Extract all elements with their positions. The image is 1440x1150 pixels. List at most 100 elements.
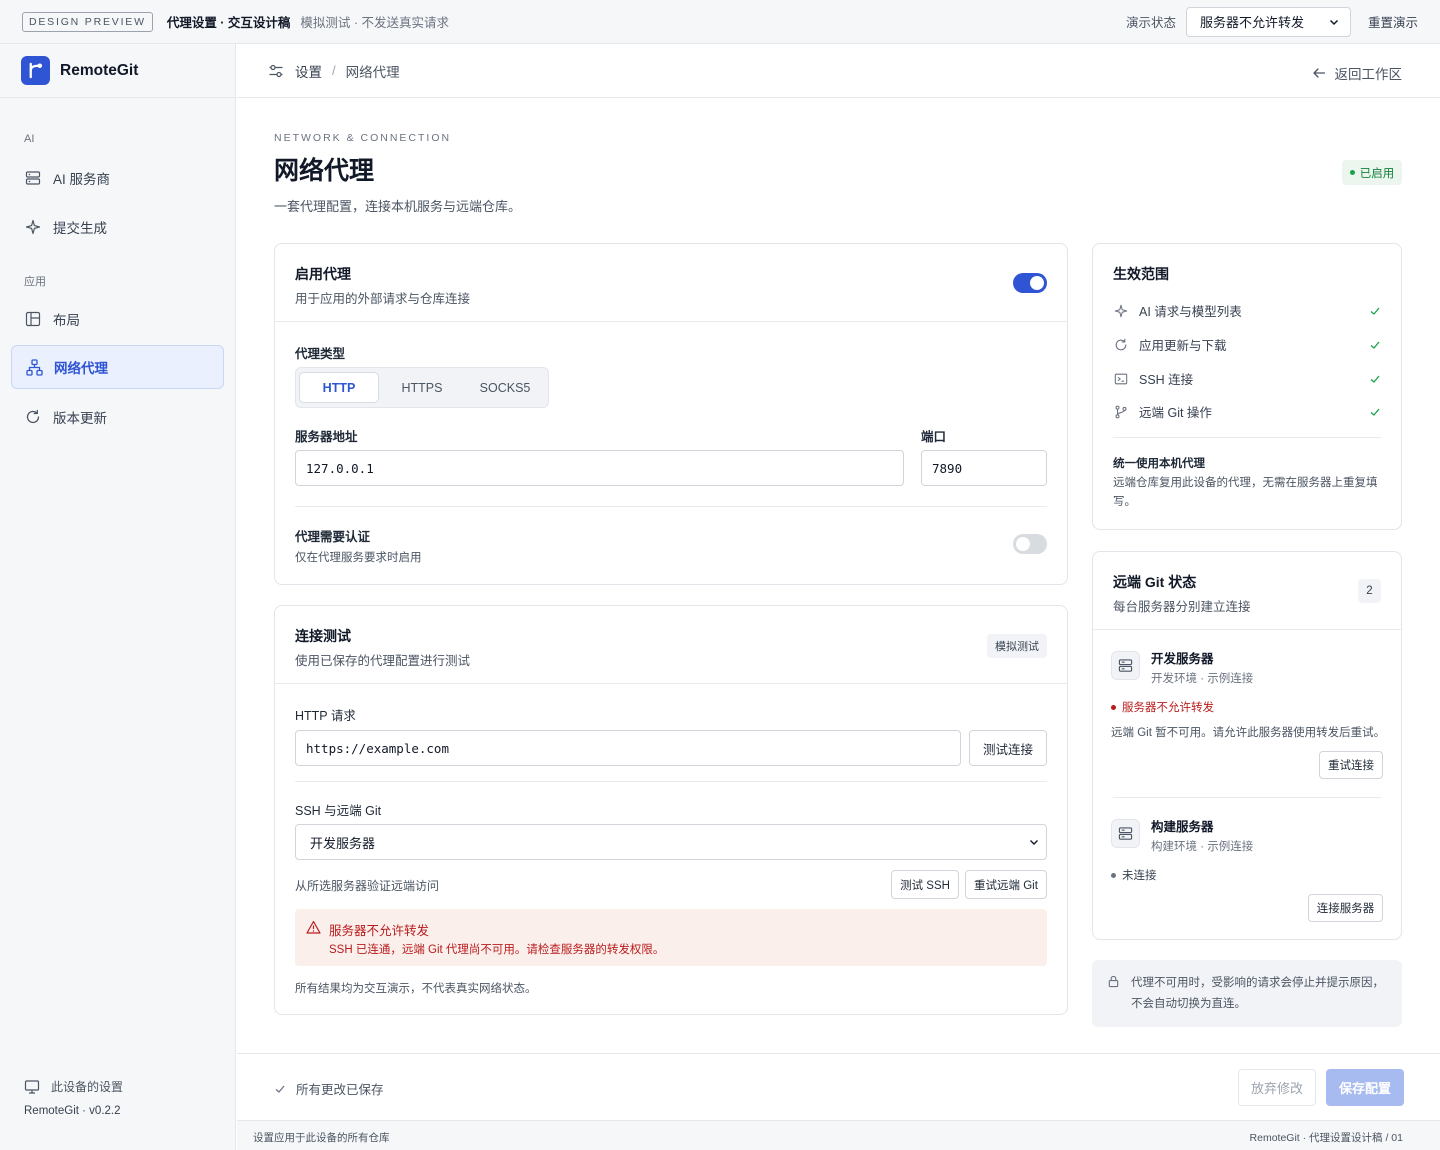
retry-git-button[interactable]: 重试远端 Git xyxy=(965,870,1047,899)
divider xyxy=(275,321,1067,322)
remote-git-title: 远端 Git 状态 xyxy=(1113,574,1197,590)
discard-changes-button[interactable]: 放弃修改 xyxy=(1238,1069,1316,1106)
check-icon xyxy=(1369,406,1381,418)
connect-server-button[interactable]: 连接服务器 xyxy=(1308,894,1383,922)
http-url-input[interactable]: https://example.com xyxy=(295,730,961,766)
server-select[interactable]: 开发服务器 xyxy=(295,824,1047,860)
server-icon xyxy=(1111,651,1140,680)
sidebar-item-label: 网络代理 xyxy=(54,361,108,376)
port-input[interactable]: 7890 xyxy=(921,450,1047,486)
test-footnote: 所有结果均为交互演示，不代表真实网络状态。 xyxy=(295,983,537,995)
sidebar-item-ai-provider[interactable]: AI 服务商 xyxy=(11,156,224,200)
check-icon xyxy=(274,1083,286,1095)
sidebar-item-label: 布局 xyxy=(53,313,80,328)
proxy-type-socks5[interactable]: SOCKS5 xyxy=(464,372,546,403)
server-select-value: 开发服务器 xyxy=(310,835,376,851)
enable-proxy-subtitle: 用于应用的外部请求与仓库连接 xyxy=(295,292,471,306)
status-badge: 已启用 xyxy=(1342,160,1402,185)
lock-icon xyxy=(1107,975,1120,988)
proxy-type-http[interactable]: HTTP xyxy=(299,372,379,403)
chevron-down-icon xyxy=(1328,16,1340,28)
sidebar-section-ai: AI xyxy=(24,133,35,145)
auth-subtitle: 仅在代理服务要求时启用 xyxy=(295,552,422,564)
ssh-hint: 从所选服务器验证远端访问 xyxy=(295,879,440,893)
breadcrumb-current: 网络代理 xyxy=(345,64,400,80)
proxy-type-label: 代理类型 xyxy=(295,347,346,361)
retry-connection-button[interactable]: 重试连接 xyxy=(1319,751,1383,779)
scope-item-ai: AI 请求与模型列表 xyxy=(1113,301,1381,320)
page-description: 一套代理配置，连接本机服务与远端仓库。 xyxy=(274,199,522,214)
top-bar: DESIGN PREVIEW 代理设置 · 交互设计稿 模拟测试 · 不发送真实… xyxy=(0,0,1440,44)
save-config-button[interactable]: 保存配置 xyxy=(1326,1069,1404,1106)
sidebar-item-layout[interactable]: 布局 xyxy=(11,297,224,341)
scope-item-git: 远端 Git 操作 xyxy=(1113,402,1381,421)
scope-item-updates: 应用更新与下载 xyxy=(1113,335,1381,354)
git-branch-icon xyxy=(1113,405,1129,419)
server-status: 未连接 xyxy=(1111,867,1157,883)
brand[interactable]: RemoteGit xyxy=(0,44,235,98)
enable-proxy-toggle[interactable] xyxy=(1013,273,1047,293)
proxy-type-https[interactable]: HTTPS xyxy=(382,372,462,403)
sidebar-item-commit-gen[interactable]: 提交生成 xyxy=(11,205,224,249)
divider xyxy=(295,506,1047,507)
scope-item-label: 远端 Git 操作 xyxy=(1139,406,1212,420)
proxy-notice: 代理不可用时，受影响的请求会停止并提示原因，不会自动切换为直连。 xyxy=(1092,960,1402,1027)
app-version: RemoteGit · v0.2.2 xyxy=(24,1105,121,1117)
test-connection-button[interactable]: 测试连接 xyxy=(969,730,1047,766)
reset-demo-button[interactable]: 重置演示 xyxy=(1368,12,1418,31)
sidebar-item-network-proxy[interactable]: 网络代理 xyxy=(11,345,224,389)
divider xyxy=(275,683,1067,684)
monitor-icon xyxy=(24,1079,40,1095)
sidebar-item-updates[interactable]: 版本更新 xyxy=(11,395,224,439)
scope-note-title: 统一使用本机代理 xyxy=(1113,458,1205,470)
host-label: 服务器地址 xyxy=(295,430,358,444)
settings-sliders-icon xyxy=(268,63,284,79)
test-ssh-button[interactable]: 测试 SSH xyxy=(891,870,959,899)
divider xyxy=(1093,629,1401,630)
port-value: 7890 xyxy=(932,460,963,476)
network-icon xyxy=(25,358,43,376)
alert-title: 服务器不允许转发 xyxy=(329,924,430,938)
check-icon xyxy=(1369,373,1381,385)
server-icon xyxy=(1111,819,1140,848)
divider xyxy=(1113,437,1381,438)
http-url-value: https://example.com xyxy=(306,740,449,756)
notice-text: 代理不可用时，受影响的请求会停止并提示原因，不会自动切换为直连。 xyxy=(1131,977,1384,1010)
alert-body: SSH 已连通，远端 Git 代理尚不可用。请检查服务器的转发权限。 xyxy=(329,944,665,956)
sparkle-icon xyxy=(24,218,42,236)
server-detail: 远端 Git 暂不可用。请允许此服务器使用转发后重试。 xyxy=(1111,727,1386,739)
status-bar-right: RemoteGit · 代理设置设计稿 / 01 xyxy=(1249,1132,1403,1144)
demo-state-value: 服务器不允许转发 xyxy=(1199,15,1304,30)
scope-note-body: 远端仓库复用此设备的代理，无需在服务器上重复填写。 xyxy=(1113,477,1378,508)
status-bar-left: 设置应用于此设备的所有仓库 xyxy=(253,1132,390,1144)
device-settings-label: 此设备的设置 xyxy=(51,1080,124,1094)
brand-name: RemoteGit xyxy=(60,61,139,79)
host-input[interactable]: 127.0.0.1 xyxy=(295,450,904,486)
server-name: 构建服务器 xyxy=(1151,820,1214,834)
save-status-label: 所有更改已保存 xyxy=(296,1083,384,1097)
scope-item-label: SSH 连接 xyxy=(1139,373,1194,387)
demo-state-select[interactable]: 服务器不允许转发 xyxy=(1185,6,1351,37)
sidebar-item-label: 版本更新 xyxy=(53,411,107,426)
save-status: 所有更改已保存 xyxy=(274,1079,384,1098)
scope-item-label: AI 请求与模型列表 xyxy=(1139,305,1242,319)
simulated-test-chip: 模拟测试 xyxy=(987,634,1047,658)
breadcrumb-settings[interactable]: 设置 xyxy=(295,61,322,81)
status-bar: 设置应用于此设备的所有仓库 RemoteGit · 代理设置设计稿 / 01 xyxy=(237,1120,1440,1150)
chevron-down-icon xyxy=(1028,836,1040,848)
auth-title: 代理需要认证 xyxy=(295,530,371,544)
back-to-workspace-link[interactable]: 返回工作区 xyxy=(1312,63,1402,83)
scope-item-ssh: SSH 连接 xyxy=(1113,369,1381,388)
port-label: 端口 xyxy=(921,430,947,444)
connection-test-subtitle: 使用已保存的代理配置进行测试 xyxy=(295,654,471,668)
sidebar-item-label: AI 服务商 xyxy=(53,172,111,187)
page-title: 网络代理 xyxy=(274,157,375,185)
sparkle-icon xyxy=(1113,304,1129,318)
status-dot xyxy=(1349,170,1355,175)
device-settings[interactable]: 此设备的设置 xyxy=(24,1078,123,1095)
divider xyxy=(295,781,1047,782)
topbar-subtitle: 模拟测试 · 不发送真实请求 xyxy=(300,16,450,30)
sidebar: RemoteGit AI AI 服务商 提交生成 应用 布局 网络代理 版本更新… xyxy=(0,44,236,1150)
auth-toggle[interactable] xyxy=(1013,534,1047,554)
server-icon xyxy=(24,169,42,187)
